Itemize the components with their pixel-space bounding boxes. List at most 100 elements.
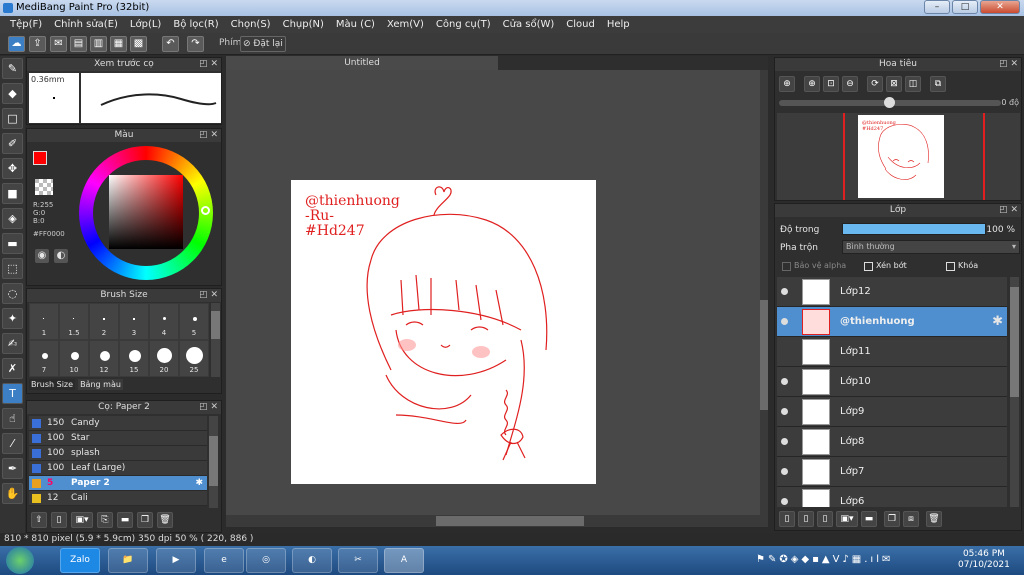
- folder-app-icon[interactable]: 📁: [108, 548, 148, 573]
- eye-icon[interactable]: [781, 408, 788, 415]
- menu-tools[interactable]: Công cụ(T): [430, 16, 497, 33]
- layer-menu-icon[interactable]: ▣▾: [836, 511, 858, 527]
- list-item-selected[interactable]: 5 Paper 2 ✱: [29, 476, 207, 491]
- menu-capture[interactable]: Chụp(N): [277, 16, 330, 33]
- brush-size-cell[interactable]: 1.5: [59, 303, 89, 340]
- eye-icon[interactable]: [781, 288, 788, 295]
- layer-list-scrollbar[interactable]: [1010, 277, 1019, 507]
- new-halftone-layer-icon[interactable]: ▯: [798, 511, 814, 527]
- list-item[interactable]: 12 Cali: [29, 491, 207, 506]
- rotation-slider[interactable]: [779, 97, 1001, 108]
- brush-size-scrollbar[interactable]: [211, 303, 220, 377]
- select-rect-icon[interactable]: ⬚: [2, 258, 23, 279]
- color-mode-icon[interactable]: ◐: [54, 249, 68, 263]
- list-item[interactable]: 100 Leaf (Large): [29, 461, 207, 476]
- gear-icon[interactable]: ✱: [992, 314, 1003, 329]
- tab-palette[interactable]: Bảng màu: [78, 379, 123, 390]
- panel-close-icon[interactable]: ◰ ✕: [199, 401, 218, 414]
- menu-cloud[interactable]: Cloud: [560, 16, 601, 33]
- canvas-horizontal-scrollbar[interactable]: [226, 515, 768, 527]
- menu-file[interactable]: Tệp(F): [4, 16, 48, 33]
- folder-icon[interactable]: ▬: [117, 512, 133, 528]
- fit-window-icon[interactable]: ⊠: [886, 76, 902, 92]
- brush-size-cell[interactable]: 3: [119, 303, 149, 340]
- menu-filter[interactable]: Bộ lọc(R): [167, 16, 224, 33]
- list-item[interactable]: 100 splash: [29, 446, 207, 461]
- layer-row[interactable]: Lớp12: [777, 277, 1007, 307]
- system-tray-icons[interactable]: ⚑✎✪◈◆▪▲V♪▦.ıl✉: [756, 554, 893, 565]
- duplicate-layer-icon[interactable]: ❐: [884, 511, 900, 527]
- fill-shape-icon[interactable]: ■: [2, 183, 23, 204]
- menu-layer[interactable]: Lớp(L): [124, 16, 167, 33]
- media-player-icon[interactable]: ▶: [156, 548, 196, 573]
- move-tool-icon[interactable]: ✥: [2, 158, 23, 179]
- chrome-icon[interactable]: ◎: [246, 548, 286, 573]
- brush-tool-icon[interactable]: ✎: [2, 58, 23, 79]
- document-tab[interactable]: Untitled: [226, 56, 498, 70]
- clipping-checkbox[interactable]: [864, 262, 873, 271]
- transparent-color-icon[interactable]: [35, 179, 53, 195]
- folder-icon[interactable]: ▬: [861, 511, 877, 527]
- add-brush-icon[interactable]: ⇧: [31, 512, 47, 528]
- panel-close-icon[interactable]: ◰ ✕: [999, 204, 1018, 217]
- list-item[interactable]: 150 Candy: [29, 416, 207, 431]
- cloud-icon[interactable]: ☁: [8, 36, 25, 52]
- trash-icon[interactable]: 🗑: [157, 512, 173, 528]
- reset-button[interactable]: ⊘ Đặt lại: [240, 36, 286, 52]
- lock-view-icon[interactable]: ⧉: [930, 76, 946, 92]
- snipping-tool-icon[interactable]: ✂: [338, 548, 378, 573]
- zoom-out-icon[interactable]: ⊖: [842, 76, 858, 92]
- bucket-tool-icon[interactable]: ◈: [2, 208, 23, 229]
- new-brush-icon[interactable]: ▯: [51, 512, 67, 528]
- document-icon[interactable]: ▥: [90, 36, 107, 52]
- brush-size-cell[interactable]: 12: [89, 340, 119, 377]
- close-button[interactable]: ✕: [980, 0, 1020, 14]
- drawing-paper[interactable]: @thienhuong -Ru- #Hd247: [291, 180, 596, 484]
- color-app-icon[interactable]: ◐: [292, 548, 332, 573]
- hand-tool-icon[interactable]: ✋: [2, 483, 23, 504]
- start-button[interactable]: [6, 547, 34, 574]
- layer-row-selected[interactable]: @thienhuong ✱: [777, 307, 1007, 337]
- gear-icon[interactable]: ✱: [195, 476, 203, 491]
- menu-view[interactable]: Xem(V): [381, 16, 430, 33]
- rectangle-tool-icon[interactable]: □: [2, 108, 23, 129]
- lasso-icon[interactable]: ◌: [2, 283, 23, 304]
- zoom-in-icon[interactable]: ⊕: [804, 76, 820, 92]
- panel-close-icon[interactable]: ◰ ✕: [199, 58, 218, 71]
- medibang-app-icon[interactable]: A: [384, 548, 424, 573]
- pen-tool-icon[interactable]: ✐: [2, 133, 23, 154]
- minimize-button[interactable]: –: [924, 0, 950, 14]
- menu-window[interactable]: Cửa sổ(W): [497, 16, 561, 33]
- layer-row[interactable]: Lớp10: [777, 367, 1007, 397]
- brush-size-cell[interactable]: 20: [149, 340, 179, 377]
- redo-icon[interactable]: ↷: [187, 36, 204, 52]
- comment-icon[interactable]: ✉: [50, 36, 67, 52]
- tab-brush-size[interactable]: Brush Size: [29, 379, 76, 390]
- zoom-fit-icon[interactable]: ⊕: [779, 76, 795, 92]
- menu-select[interactable]: Chọn(S): [225, 16, 277, 33]
- protect-alpha-checkbox[interactable]: [782, 262, 791, 271]
- opacity-slider[interactable]: [842, 223, 986, 235]
- undo-icon[interactable]: ↶: [162, 36, 179, 52]
- hue-handle[interactable]: [201, 206, 210, 215]
- rotate-icon[interactable]: ⟳: [867, 76, 883, 92]
- brush-size-cell[interactable]: 5: [179, 303, 209, 340]
- lock-checkbox[interactable]: [946, 262, 955, 271]
- navigator-preview[interactable]: @thienhuong #Hd247: [777, 113, 1020, 200]
- settings-icon[interactable]: ▦: [110, 36, 127, 52]
- dropper-tool-icon[interactable]: ⁄: [2, 433, 23, 454]
- layer-row[interactable]: Lớp7: [777, 457, 1007, 487]
- zalo-app[interactable]: Zalo: [60, 548, 100, 573]
- text-tool-icon[interactable]: T: [2, 383, 23, 404]
- maximize-button[interactable]: □: [952, 0, 978, 14]
- eye-icon[interactable]: [781, 318, 788, 325]
- new-layer-icon[interactable]: ▯: [779, 511, 795, 527]
- brush-list-scrollbar[interactable]: [209, 416, 218, 508]
- brush-size-cell[interactable]: 1: [29, 303, 59, 340]
- eye-icon[interactable]: [781, 468, 788, 475]
- flip-icon[interactable]: ◫: [905, 76, 921, 92]
- brush-size-cell[interactable]: 10: [59, 340, 89, 377]
- slider-handle[interactable]: [884, 97, 895, 108]
- share-icon[interactable]: ⇪: [29, 36, 46, 52]
- zoom-actual-icon[interactable]: ⊡: [823, 76, 839, 92]
